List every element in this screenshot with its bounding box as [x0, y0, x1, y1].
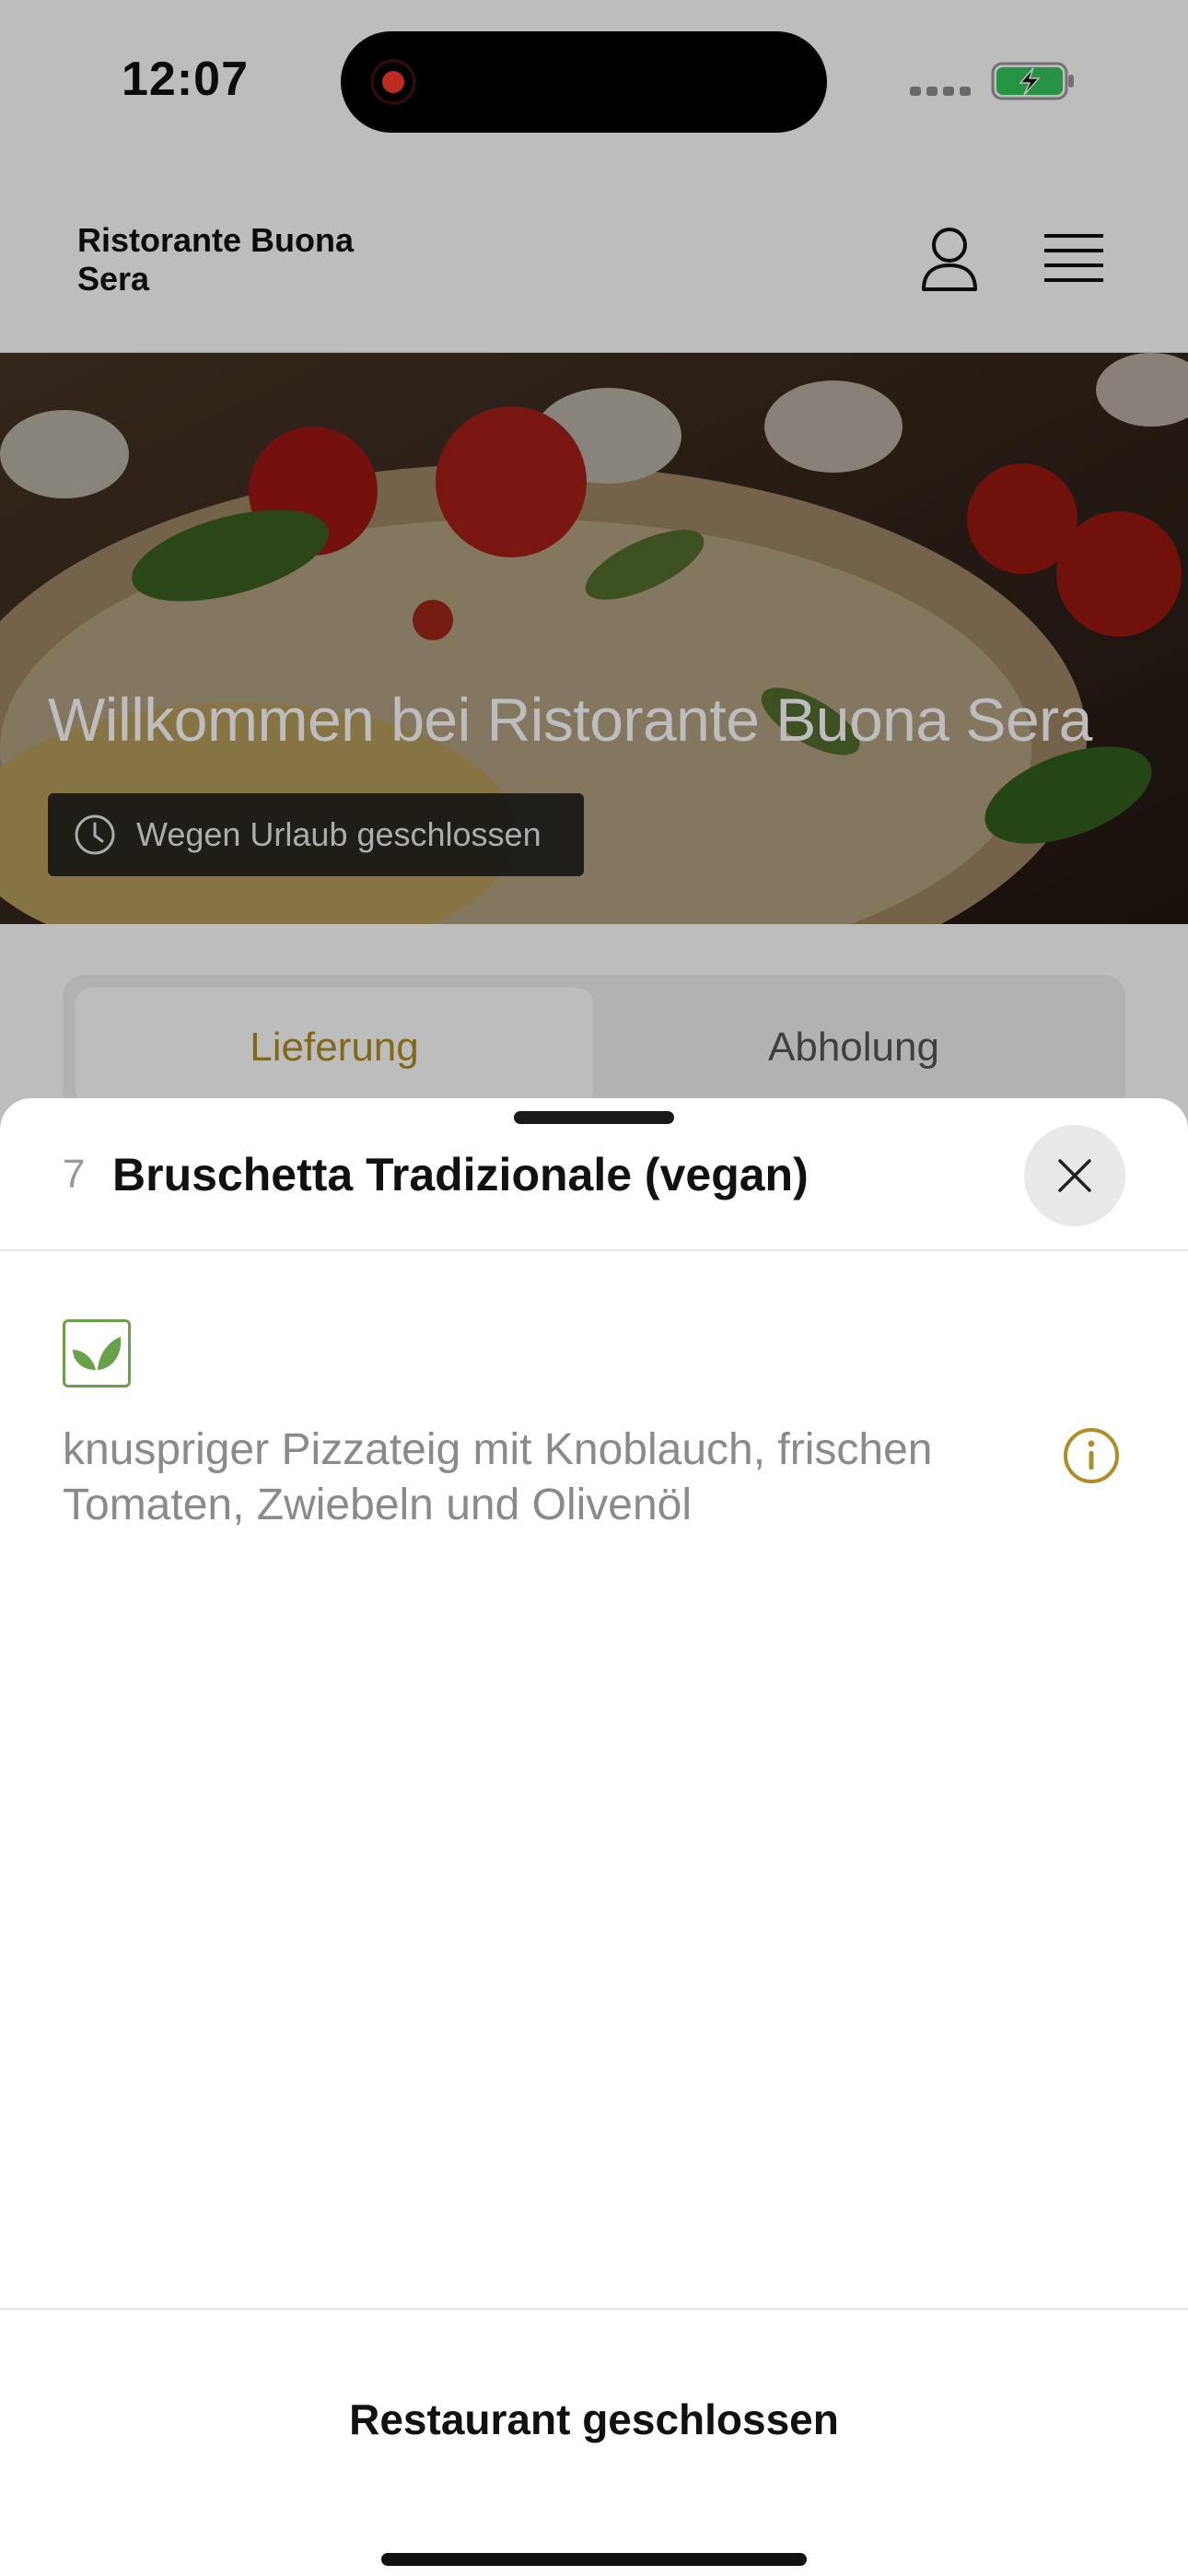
- sheet-grabber[interactable]: [514, 1111, 674, 1124]
- close-button[interactable]: [1024, 1125, 1125, 1226]
- info-icon[interactable]: [1063, 1427, 1120, 1484]
- leaf-icon: [73, 1337, 122, 1370]
- home-indicator[interactable]: [381, 2553, 807, 2566]
- vegan-badge[interactable]: [63, 1319, 131, 1388]
- close-icon: [1058, 1159, 1091, 1192]
- restaurant-closed-label: Restaurant geschlossen: [349, 2395, 839, 2443]
- sheet-footer: Restaurant geschlossen: [0, 2308, 1188, 2576]
- item-description: knuspriger Pizzateig mit Knoblauch, fris…: [63, 1425, 933, 1529]
- item-title: Bruschetta Tradizionale (vegan): [112, 1149, 809, 1200]
- item-detail-sheet: 7 Bruschetta Tradizionale (vegan) knuspr…: [0, 1098, 1188, 2576]
- sheet-header: 7 Bruschetta Tradizionale (vegan): [0, 1098, 1188, 1251]
- item-number: 7: [63, 1152, 86, 1197]
